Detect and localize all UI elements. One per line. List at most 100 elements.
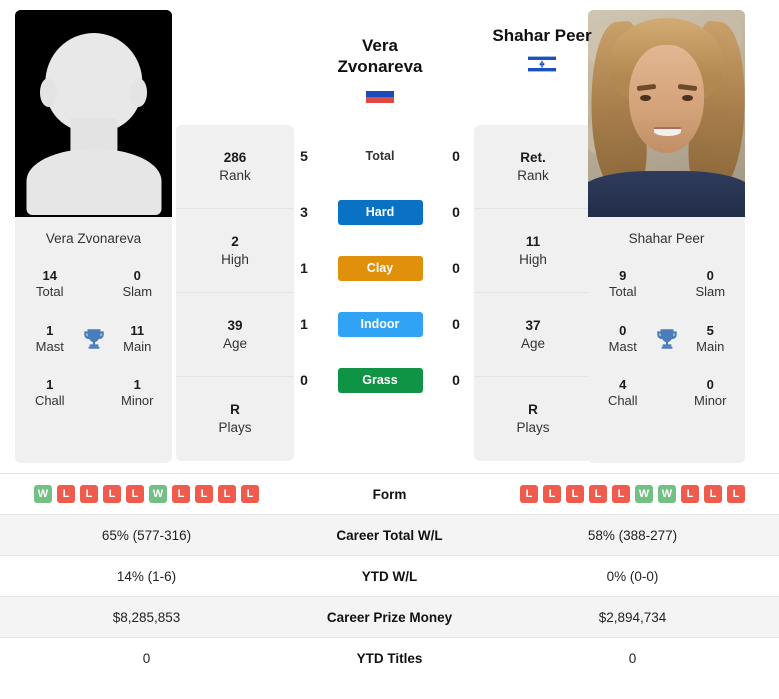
form-badge: W bbox=[635, 485, 653, 503]
left-main-titles: 11 Main bbox=[123, 322, 152, 354]
left-player-name: Vera Zvonareva bbox=[45, 231, 142, 246]
h2h-row-hard: 3 Hard 0 bbox=[290, 184, 470, 240]
right-main-titles: 5 Main bbox=[696, 322, 725, 354]
right-career-wl: 58% (388-277) bbox=[587, 527, 678, 543]
right-stat-plays: R Plays bbox=[474, 377, 592, 461]
row-label-form: Form bbox=[372, 486, 407, 502]
row-label-ytd-titles: YTD Titles bbox=[356, 650, 423, 666]
right-masters-titles: 0 Mast bbox=[608, 322, 637, 354]
right-stat-rank: Ret. Rank bbox=[474, 125, 592, 209]
h2h-bar-hard[interactable]: Hard bbox=[337, 199, 423, 225]
left-titles-grid: 14 Total 0 Slam 1 Mast 11 Main 1 Chall 1… bbox=[23, 268, 164, 410]
h2h-left-clay: 1 bbox=[300, 260, 308, 276]
h2h-row-grass: 0 Grass 0 bbox=[290, 352, 470, 408]
trophy-icon bbox=[650, 326, 684, 352]
h2h-left-indoor: 1 bbox=[300, 316, 308, 332]
form-badge: L bbox=[520, 485, 538, 503]
head-to-head-column: Vera Zvonareva 5 Total 0 3 Hard 0 1 Clay… bbox=[290, 10, 470, 408]
form-badge: L bbox=[589, 485, 607, 503]
left-stat-plays: R Plays bbox=[176, 377, 294, 461]
form-badge: L bbox=[543, 485, 561, 503]
row-label-career-prize: Career Prize Money bbox=[326, 609, 453, 625]
left-name-line2: Zvonareva bbox=[337, 56, 423, 76]
h2h-left-total: 5 bbox=[300, 148, 308, 164]
h2h-right-indoor: 0 bbox=[452, 316, 460, 332]
form-badge: L bbox=[704, 485, 722, 503]
left-stat-age: 39 Age bbox=[176, 293, 294, 377]
player-comparison-page: Vera Zvonareva 14 Total 0 Slam 1 Mast 11… bbox=[0, 0, 779, 699]
right-career-prize: $2,894,734 bbox=[598, 609, 667, 625]
form-badge: L bbox=[612, 485, 630, 503]
form-badge: L bbox=[195, 485, 213, 503]
left-career-wl: 65% (577-316) bbox=[101, 527, 192, 543]
table-row-ytd-titles: 0 YTD Titles 0 bbox=[0, 637, 779, 679]
h2h-row-clay: 1 Clay 0 bbox=[290, 240, 470, 296]
right-player-panel: Shahar Peer 9 Total 0 Slam 0 Mast 5 Main… bbox=[588, 10, 745, 463]
form-badge: L bbox=[172, 485, 190, 503]
form-badge: W bbox=[149, 485, 167, 503]
left-chall-titles: 1 Chall bbox=[34, 377, 65, 409]
table-row-career-prize: $8,285,853 Career Prize Money $2,894,734 bbox=[0, 596, 779, 638]
form-badge: L bbox=[241, 485, 259, 503]
right-name-line1: Shahar Peer bbox=[492, 26, 592, 45]
right-form-badges: L L L L L W W L L L bbox=[486, 485, 779, 503]
left-stat-rank: 286 Rank bbox=[176, 125, 294, 209]
row-label-ytd-wl: YTD W/L bbox=[361, 568, 418, 584]
form-badge: L bbox=[103, 485, 121, 503]
h2h-bar-clay[interactable]: Clay bbox=[337, 255, 423, 281]
form-badge: L bbox=[126, 485, 144, 503]
right-stat-column: Ret. Rank 11 High 37 Age R Plays bbox=[470, 10, 592, 461]
right-slam-titles: 0 Slam bbox=[695, 268, 726, 300]
form-badge: L bbox=[566, 485, 584, 503]
right-player-summary-card: Shahar Peer 9 Total 0 Slam 0 Mast 5 Main… bbox=[588, 217, 745, 463]
left-stat-high: 2 High bbox=[176, 209, 294, 293]
right-form-cell: L L L L L W W L L L bbox=[486, 474, 779, 515]
h2h-right-total: 0 bbox=[452, 148, 460, 164]
h2h-row-indoor: 1 Indoor 0 bbox=[290, 296, 470, 352]
form-badge: W bbox=[658, 485, 676, 503]
left-total-titles: 14 Total bbox=[36, 268, 64, 300]
right-titles-grid: 9 Total 0 Slam 0 Mast 5 Main 4 Chall 0 M… bbox=[596, 268, 737, 410]
form-badge: L bbox=[727, 485, 745, 503]
left-player-panel: Vera Zvonareva 14 Total 0 Slam 1 Mast 11… bbox=[15, 10, 172, 463]
h2h-right-hard: 0 bbox=[452, 204, 460, 220]
right-chall-titles: 4 Chall bbox=[607, 377, 638, 409]
right-minor-titles: 0 Minor bbox=[693, 377, 727, 409]
right-stat-high: 11 High bbox=[474, 209, 592, 293]
left-stat-column: 286 Rank 2 High 39 Age R Plays bbox=[172, 10, 294, 461]
trophy-icon bbox=[77, 326, 111, 352]
left-slam-titles: 0 Slam bbox=[122, 268, 153, 300]
left-ytd-wl: 14% (1-6) bbox=[116, 568, 177, 584]
form-badge: L bbox=[681, 485, 699, 503]
right-stat-stack: Ret. Rank 11 High 37 Age R Plays bbox=[474, 125, 592, 461]
left-form-cell: W L L L L W L L L L bbox=[0, 474, 293, 515]
left-form-badges: W L L L L W L L L L bbox=[0, 485, 293, 503]
h2h-left-grass: 0 bbox=[300, 372, 308, 388]
form-badge: L bbox=[57, 485, 75, 503]
left-masters-titles: 1 Mast bbox=[35, 322, 64, 354]
right-player-name: Shahar Peer bbox=[628, 231, 705, 246]
form-badge: W bbox=[34, 485, 52, 503]
h2h-bar-grass[interactable]: Grass bbox=[337, 367, 423, 393]
right-player-name-heading: Shahar Peer bbox=[452, 26, 632, 73]
israel-flag-icon bbox=[528, 54, 556, 73]
h2h-bar-indoor[interactable]: Indoor bbox=[337, 311, 423, 337]
left-stat-stack: 286 Rank 2 High 39 Age R Plays bbox=[176, 125, 294, 461]
row-label-career-wl: Career Total W/L bbox=[336, 527, 443, 543]
comparison-table: W L L L L W L L L L Form L L L L L W W L… bbox=[0, 473, 779, 679]
right-total-titles: 9 Total bbox=[609, 268, 637, 300]
form-badge: L bbox=[218, 485, 236, 503]
h2h-row-total: 5 Total 0 bbox=[290, 128, 470, 184]
placeholder-silhouette-icon bbox=[15, 10, 172, 217]
h2h-right-grass: 0 bbox=[452, 372, 460, 388]
table-row-career-wl: 65% (577-316) Career Total W/L 58% (388-… bbox=[0, 514, 779, 556]
table-row-ytd-wl: 14% (1-6) YTD W/L 0% (0-0) bbox=[0, 555, 779, 597]
right-ytd-titles: 0 bbox=[628, 650, 637, 666]
left-player-name-heading: Vera Zvonareva bbox=[290, 36, 470, 128]
form-badge: L bbox=[80, 485, 98, 503]
left-name-line1: Vera bbox=[362, 36, 398, 55]
left-minor-titles: 1 Minor bbox=[120, 377, 154, 409]
right-ytd-wl: 0% (0-0) bbox=[606, 568, 659, 584]
h2h-left-hard: 3 bbox=[300, 204, 308, 220]
left-player-photo bbox=[15, 10, 172, 217]
